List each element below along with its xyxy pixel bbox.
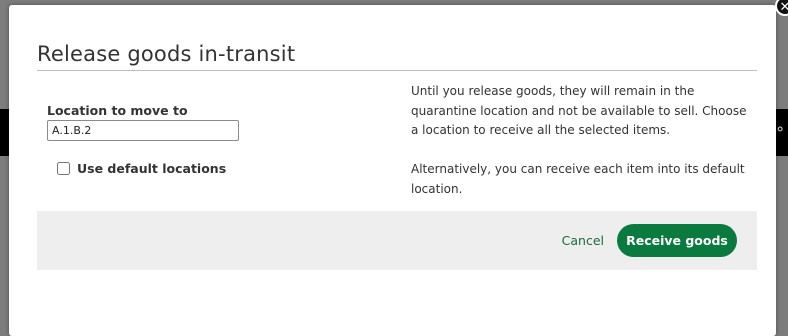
info-paragraph-default: Alternatively, you can receive each item… bbox=[411, 162, 745, 196]
cancel-button[interactable]: Cancel bbox=[562, 233, 604, 248]
dialog-footer: Cancel Receive goods bbox=[37, 211, 757, 270]
backdrop-icon: ⚬ bbox=[774, 122, 786, 138]
location-input[interactable] bbox=[47, 120, 239, 141]
use-default-locations-row: Use default locations bbox=[57, 161, 226, 176]
release-goods-dialog: Release goods in-transit Location to mov… bbox=[9, 5, 776, 336]
info-paragraph-quarantine: Until you release goods, they will remai… bbox=[411, 84, 747, 137]
use-default-locations-checkbox[interactable] bbox=[57, 162, 70, 175]
title-divider bbox=[37, 70, 757, 71]
dialog-title: Release goods in-transit bbox=[37, 42, 296, 66]
receive-goods-button[interactable]: Receive goods bbox=[617, 224, 737, 257]
location-field-label: Location to move to bbox=[47, 103, 188, 118]
use-default-locations-label[interactable]: Use default locations bbox=[77, 161, 226, 176]
